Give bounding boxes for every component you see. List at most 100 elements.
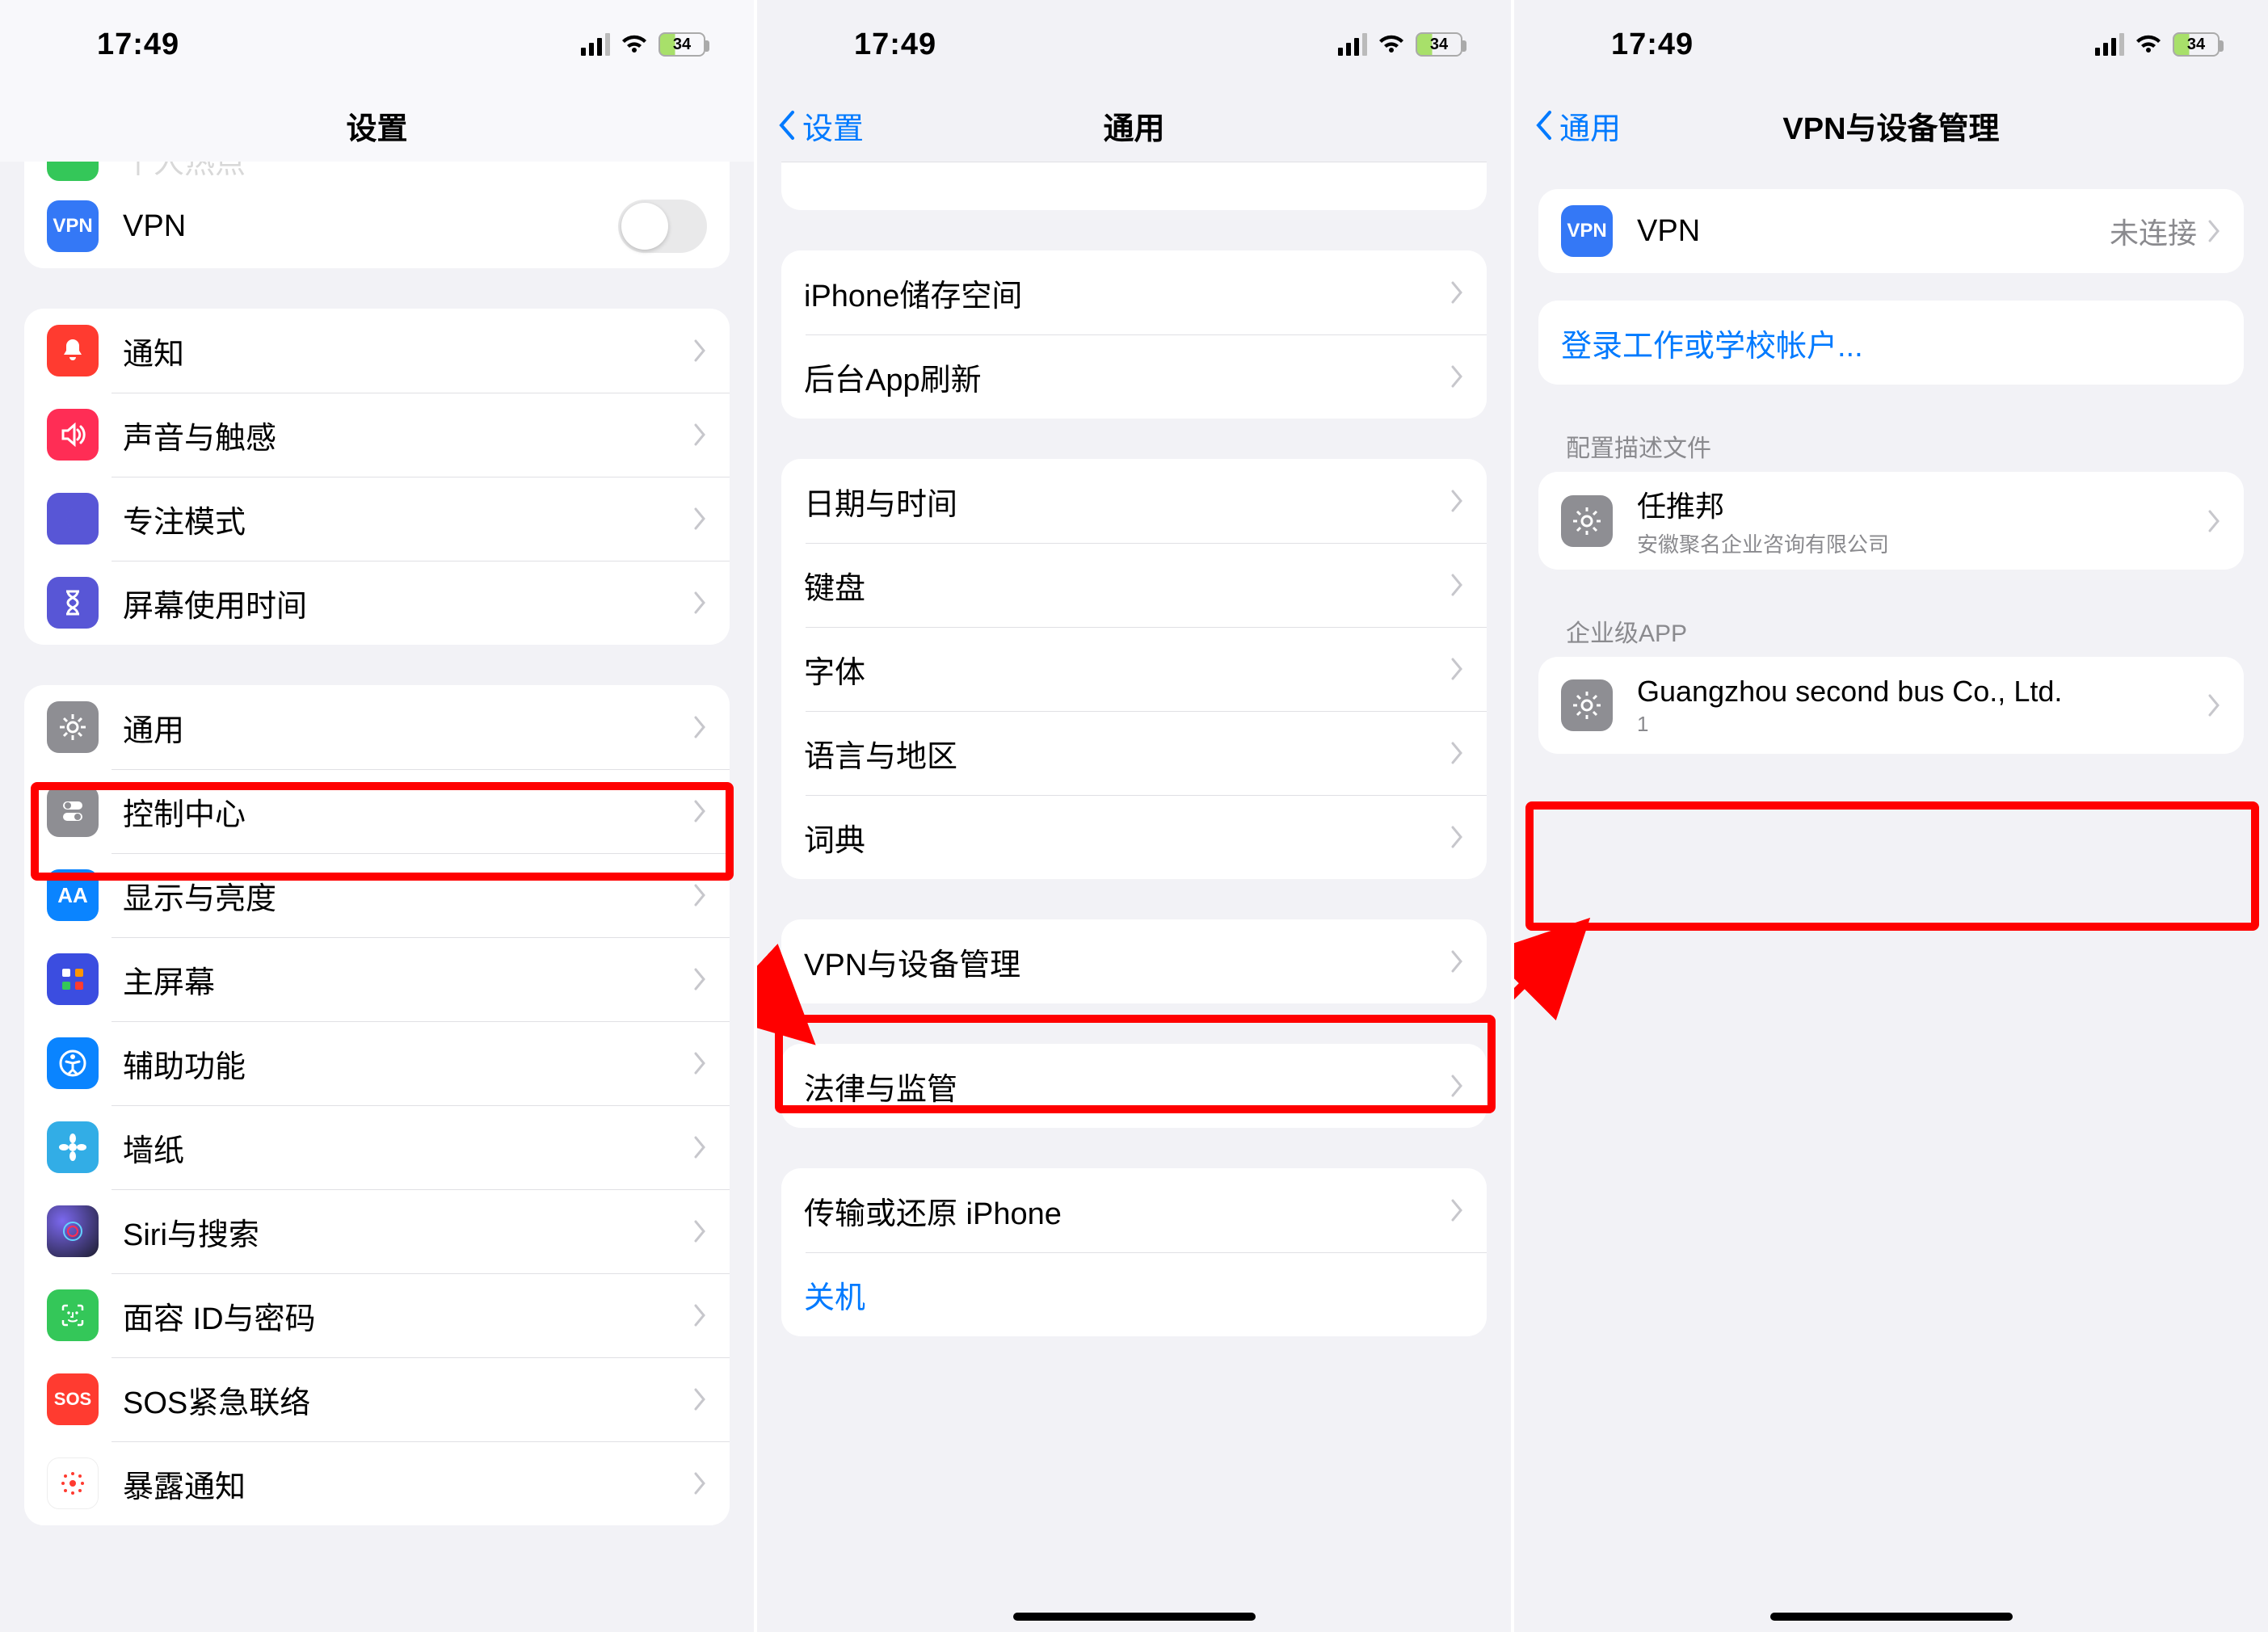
wifi-icon <box>620 33 649 56</box>
nav-back-label: 通用 <box>1559 103 1621 148</box>
row-label: 显示与亮度 <box>123 873 692 918</box>
screen-vpn-device-mgmt: 17:49 34 通用 VPN与设备管理 VPN VPN 未连接 <box>1514 0 2268 1632</box>
profile-title: 任推邦 <box>1637 483 2207 525</box>
row-vpn-device-mgmt[interactable]: VPN与设备管理 <box>781 919 1487 1003</box>
row-vpn-status[interactable]: VPN VPN 未连接 <box>1538 189 2244 273</box>
cellular-signal-icon <box>1338 33 1367 56</box>
section-enterprise-app: 企业级APP <box>1566 613 2244 649</box>
text-size-icon: AA <box>47 869 99 921</box>
nav-back-button[interactable]: 通用 <box>1534 103 1782 148</box>
speaker-icon <box>47 409 99 461</box>
row-display-brightness[interactable]: AA 显示与亮度 <box>24 853 730 937</box>
row-label: 词典 <box>804 815 1450 860</box>
row-keyboard[interactable]: 键盘 <box>781 543 1487 627</box>
row-label: 通知 <box>123 329 692 373</box>
siri-icon <box>47 1205 99 1257</box>
row-label: 暴露通知 <box>123 1462 692 1506</box>
row-enterprise-app[interactable]: Guangzhou second bus Co., Ltd. 1 <box>1538 657 2244 754</box>
nav-bar: 设置 <box>0 89 754 162</box>
row-siri[interactable]: Siri与搜索 <box>24 1189 730 1273</box>
nav-title: 设置 <box>346 103 407 148</box>
row-shutdown[interactable]: 关机 <box>781 1252 1487 1336</box>
chevron-right-icon <box>1450 1198 1464 1222</box>
row-login-work-school[interactable]: 登录工作或学校帐户... <box>1538 301 2244 385</box>
hotspot-icon <box>47 162 99 181</box>
row-label: 语言与地区 <box>804 731 1450 776</box>
row-language-region[interactable]: 语言与地区 <box>781 711 1487 795</box>
sos-icon: SOS <box>47 1373 99 1425</box>
row-storage[interactable]: iPhone储存空间 <box>781 250 1487 334</box>
status-bar: 17:49 34 <box>1514 0 2268 89</box>
row-label: 控制中心 <box>123 789 692 834</box>
chevron-right-icon <box>1450 741 1464 765</box>
chevron-right-icon <box>1450 949 1464 974</box>
row-accessibility[interactable]: 辅助功能 <box>24 1021 730 1105</box>
row-focus[interactable]: 专注模式 <box>24 477 730 561</box>
row-label: 字体 <box>804 647 1450 692</box>
row-label: 主屏幕 <box>123 957 692 1002</box>
row-legal[interactable]: 法律与监管 <box>781 1044 1487 1128</box>
group-stub <box>781 162 1487 210</box>
status-time: 17:49 <box>97 27 179 62</box>
row-dictionary[interactable]: 词典 <box>781 795 1487 879</box>
status-time: 17:49 <box>1611 27 1694 62</box>
wifi-icon <box>2134 33 2163 56</box>
row-label: VPN与设备管理 <box>804 940 1450 984</box>
row-label: 辅助功能 <box>123 1041 692 1086</box>
nav-title: 通用 <box>1103 103 1164 148</box>
row-date-time[interactable]: 日期与时间 <box>781 459 1487 543</box>
row-vpn-toggle[interactable]: VPN VPN <box>24 184 730 268</box>
chevron-right-icon <box>2207 693 2221 717</box>
flower-icon <box>47 1121 99 1173</box>
nav-back-label: 设置 <box>802 103 864 148</box>
cellular-signal-icon <box>2095 33 2124 56</box>
row-control-center[interactable]: 控制中心 <box>24 769 730 853</box>
chevron-right-icon <box>692 883 707 907</box>
chevron-right-icon <box>692 715 707 739</box>
status-icons: 34 <box>1338 32 1462 57</box>
chevron-right-icon <box>2207 509 2221 533</box>
row-faceid[interactable]: 面容 ID与密码 <box>24 1273 730 1357</box>
row-sos[interactable]: SOS SOS紧急联络 <box>24 1357 730 1441</box>
vpn-icon: VPN <box>47 200 99 252</box>
highlight-enterprise-app <box>1525 801 2259 931</box>
section-config-profile: 配置描述文件 <box>1566 428 2244 464</box>
chevron-right-icon <box>692 1303 707 1327</box>
row-exposure[interactable]: 暴露通知 <box>24 1441 730 1525</box>
row-screen-time[interactable]: 屏幕使用时间 <box>24 561 730 645</box>
chevron-right-icon <box>692 591 707 615</box>
chevron-right-icon <box>692 339 707 363</box>
row-wallpaper[interactable]: 墙纸 <box>24 1105 730 1189</box>
nav-bar: 设置 通用 <box>757 89 1511 162</box>
cutoff-label: 个人热点 <box>123 162 246 182</box>
row-fonts[interactable]: 字体 <box>781 627 1487 711</box>
row-home-screen[interactable]: 主屏幕 <box>24 937 730 1021</box>
row-notifications[interactable]: 通知 <box>24 309 730 393</box>
battery-icon: 34 <box>659 32 705 57</box>
chevron-right-icon <box>692 507 707 531</box>
nav-back-button[interactable]: 设置 <box>776 103 1103 148</box>
row-label: 键盘 <box>804 563 1450 608</box>
row-label: 传输或还原 iPhone <box>804 1188 1450 1233</box>
chevron-right-icon <box>692 1135 707 1159</box>
arrow-icon <box>1514 913 1611 1091</box>
status-time: 17:49 <box>854 27 936 62</box>
chevron-right-icon <box>692 799 707 823</box>
row-transfer-reset[interactable]: 传输或还原 iPhone <box>781 1168 1487 1252</box>
grid-icon <box>47 953 99 1005</box>
cellular-signal-icon <box>581 33 610 56</box>
faceid-icon <box>47 1289 99 1341</box>
row-general[interactable]: 通用 <box>24 685 730 769</box>
row-sounds[interactable]: 声音与触感 <box>24 393 730 477</box>
row-label: iPhone储存空间 <box>804 271 1450 315</box>
enterprise-subtitle: 1 <box>1637 712 2207 737</box>
status-icons: 34 <box>581 32 705 57</box>
vpn-toggle[interactable] <box>618 200 707 253</box>
nav-bar: 通用 VPN与设备管理 <box>1514 89 2268 162</box>
row-label: 关机 <box>804 1272 1464 1317</box>
row-config-profile[interactable]: 任推邦 安徽聚名企业咨询有限公司 <box>1538 472 2244 570</box>
chevron-right-icon <box>692 967 707 991</box>
row-background-refresh[interactable]: 后台App刷新 <box>781 334 1487 419</box>
chevron-right-icon <box>2207 219 2221 243</box>
row-label: SOS紧急联络 <box>123 1378 692 1422</box>
